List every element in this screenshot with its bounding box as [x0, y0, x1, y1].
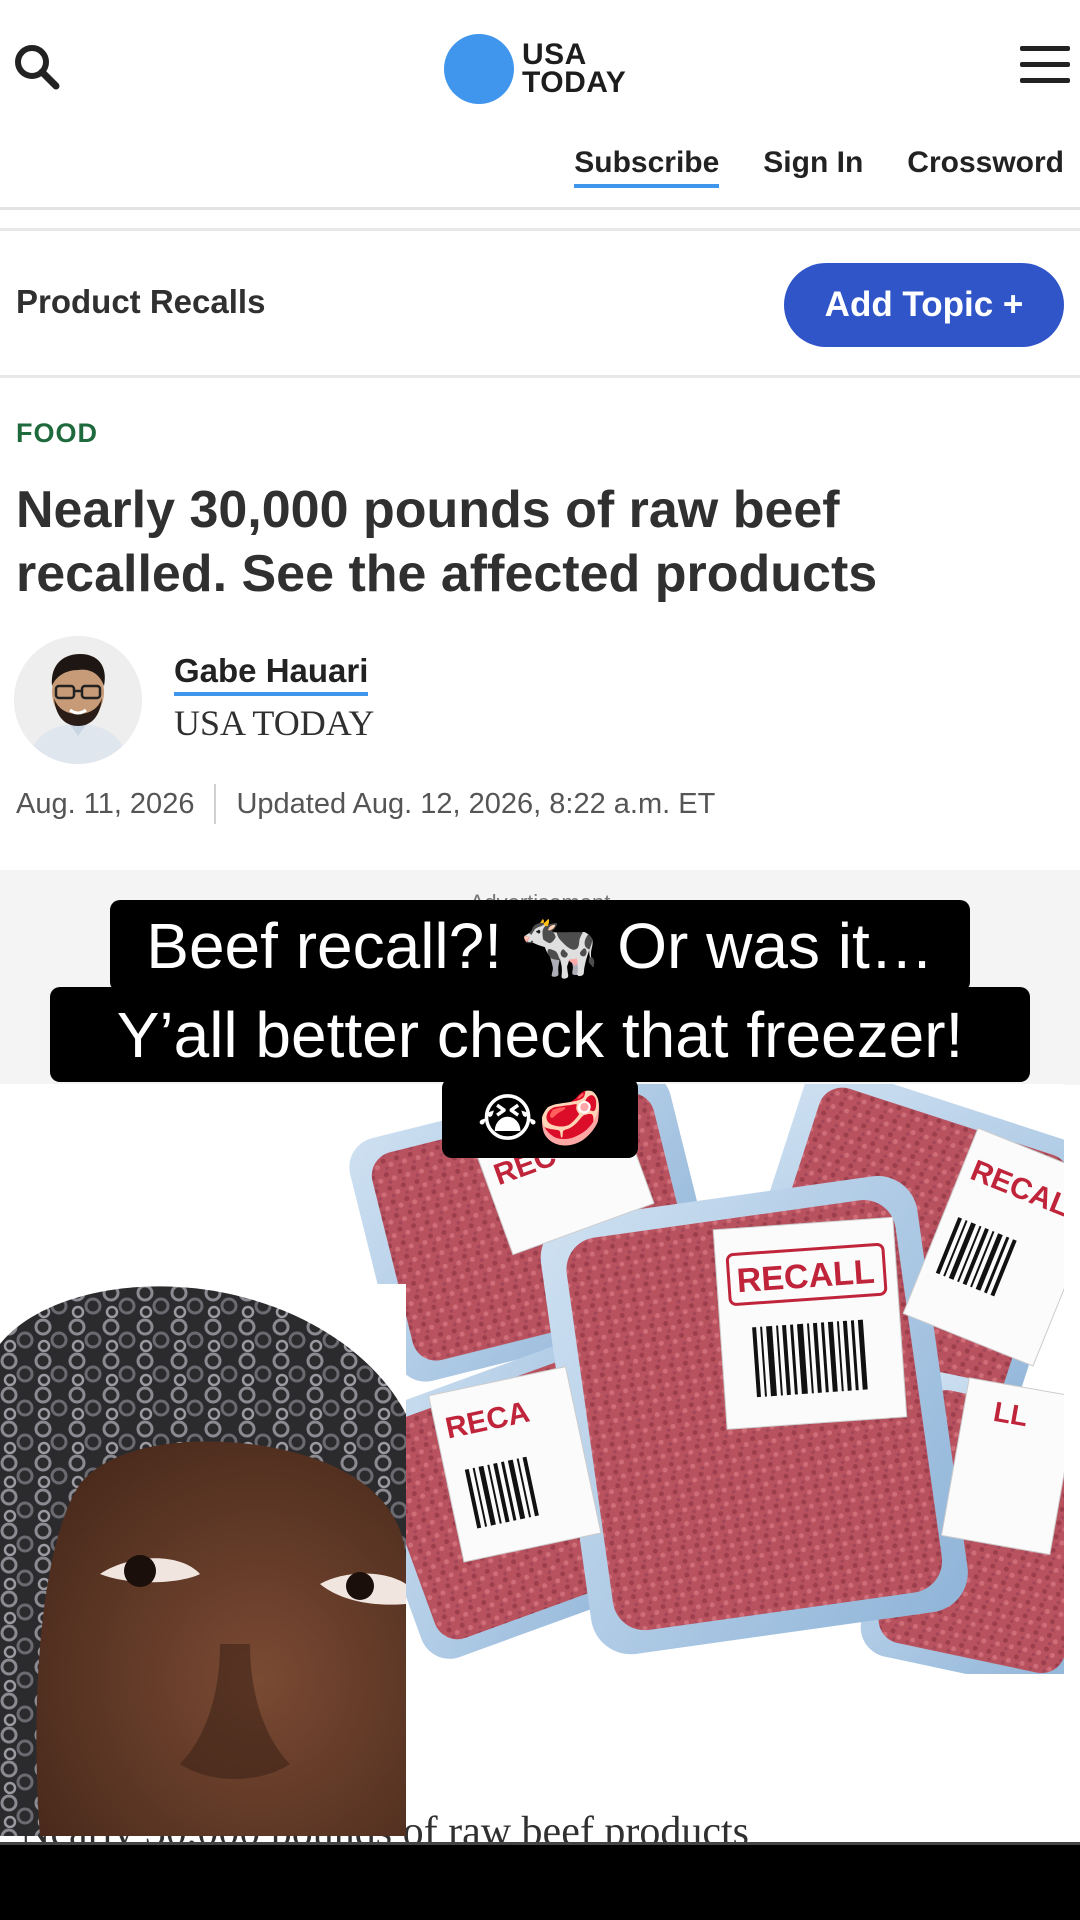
search-icon[interactable]	[10, 40, 66, 96]
overlay-caption-line-2: Y’all better check that freezer!	[50, 987, 1030, 1082]
article-dates: Aug. 11, 2026 Updated Aug. 12, 2026, 8:2…	[16, 784, 715, 824]
article-category[interactable]: FOOD	[16, 418, 98, 449]
author-avatar[interactable]	[14, 636, 142, 764]
header-nav: Subscribe Sign In Crossword	[574, 146, 1064, 188]
overlay-caption-line-1: Beef recall?! 🐄 Or was it…	[110, 900, 970, 992]
usa-today-logo[interactable]: USA TODAY	[444, 34, 626, 104]
logo-wordmark: USA TODAY	[522, 38, 627, 99]
article-headline: Nearly 30,000 pounds of raw beef recalle…	[16, 481, 878, 603]
author-organization: USA TODAY	[174, 703, 375, 743]
updated-date: Updated Aug. 12, 2026, 8:22 a.m. ET	[236, 787, 716, 820]
add-topic-button[interactable]: Add Topic +	[784, 263, 1064, 347]
hamburger-menu-icon[interactable]	[1020, 46, 1070, 86]
site-header: USA TODAY Subscribe Sign In Crossword	[0, 0, 1080, 210]
crossword-link[interactable]: Crossword	[907, 146, 1064, 188]
subscribe-link[interactable]: Subscribe	[574, 146, 720, 188]
creator-face-overlay	[0, 1284, 406, 1836]
author-name-link[interactable]: Gabe Hauari	[174, 652, 369, 696]
logo-line-1: USA	[522, 38, 587, 71]
date-divider	[214, 784, 217, 824]
image-label-ll: LL	[991, 1396, 1030, 1432]
published-date: Aug. 11, 2026	[16, 787, 195, 820]
bottom-bar	[0, 1842, 1080, 1920]
sign-in-link[interactable]: Sign In	[763, 146, 863, 188]
logo-line-2: TODAY	[522, 66, 627, 99]
topic-bar: Product Recalls Add Topic +	[0, 228, 1080, 378]
topic-label[interactable]: Product Recalls	[16, 283, 265, 321]
overlay-caption-emoji: 😭🥩	[442, 1078, 638, 1158]
logo-circle	[444, 34, 514, 104]
